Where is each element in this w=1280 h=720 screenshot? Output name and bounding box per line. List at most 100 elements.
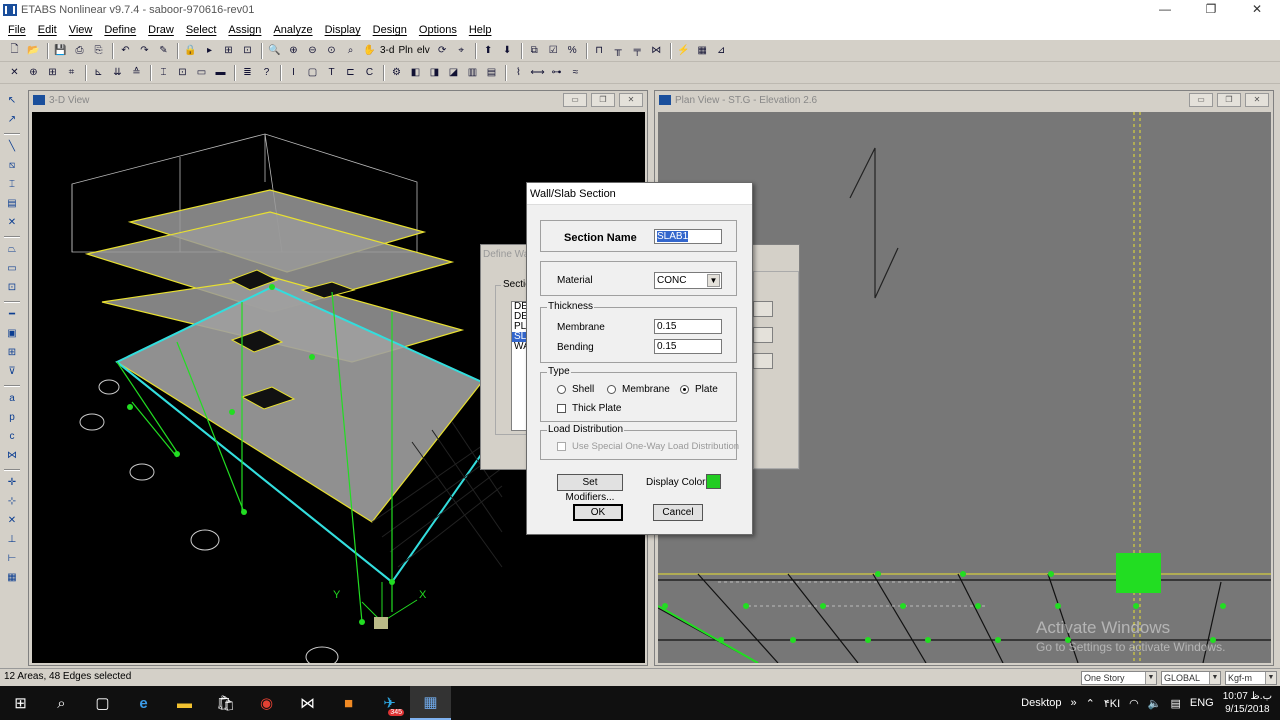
open-folder-icon[interactable]: 📂	[25, 42, 42, 59]
edge-browser-icon[interactable]: e	[123, 686, 164, 720]
tee-section-icon[interactable]: T	[323, 64, 340, 81]
file-explorer-icon[interactable]: ▬	[164, 686, 205, 720]
select-previous-icon[interactable]: p	[4, 409, 20, 425]
minimize-button[interactable]: —	[1142, 0, 1188, 20]
cross-icon[interactable]: ✕	[6, 64, 23, 81]
move-up-icon[interactable]: ⬆	[480, 42, 497, 59]
hinge-icon[interactable]: ⊶	[548, 64, 565, 81]
draw-area-click-icon[interactable]: ⊡	[4, 279, 20, 295]
property-icon[interactable]: ⊡	[174, 64, 191, 81]
cancel-button[interactable]: Cancel	[653, 504, 703, 521]
zoom-out-icon[interactable]: ⊖	[304, 42, 321, 59]
draw-line-region-icon[interactable]: ⧅	[4, 157, 20, 173]
restore-button[interactable]: ❐	[1188, 0, 1234, 20]
dropdown-arrow-icon[interactable]: ▼	[707, 274, 720, 287]
menu-help[interactable]: Help	[469, 24, 492, 36]
clock[interactable]: 10:07 ب.ظ 9/15/2018	[1223, 690, 1272, 716]
view-3d-button[interactable]: 3-d	[380, 45, 394, 56]
menu-select[interactable]: Select	[186, 24, 217, 36]
define-dropdown-button[interactable]	[753, 301, 773, 317]
menu-draw[interactable]: Draw	[148, 24, 174, 36]
close-window-button[interactable]: ✕	[619, 93, 643, 107]
etabs-taskbar-icon[interactable]: ▦	[410, 686, 451, 720]
redo-icon[interactable]: ↷	[136, 42, 153, 59]
object-shrink-icon[interactable]: ⧉	[526, 42, 543, 59]
reshape-icon[interactable]: ↗	[4, 111, 20, 127]
material-icon[interactable]: ▭	[193, 64, 210, 81]
menu-analyze[interactable]: Analyze	[273, 24, 312, 36]
dropdown-arrow-icon[interactable]: ▼	[1145, 672, 1156, 684]
set-modifiers-button[interactable]: Set Modifiers...	[557, 474, 623, 503]
view-elevation-button[interactable]: elv	[417, 45, 430, 56]
undo-icon[interactable]: ↶	[117, 42, 134, 59]
c-section-icon[interactable]: C	[361, 64, 378, 81]
view-plan-button[interactable]: Pln	[398, 45, 412, 56]
table-icon[interactable]: ▦	[694, 42, 711, 59]
section-name-input[interactable]: SLAB1	[654, 229, 722, 244]
draw-opening-icon[interactable]: ▣	[4, 325, 20, 341]
zoom-window-icon[interactable]: 🔍	[266, 42, 283, 59]
language-indicator[interactable]: ENG	[1190, 697, 1214, 709]
snap-lines-icon[interactable]: ⊢	[4, 550, 20, 566]
define-modify-button[interactable]	[753, 353, 773, 369]
snap-icon[interactable]: ⌗	[63, 64, 80, 81]
menu-display[interactable]: Display	[325, 24, 361, 36]
draw-wall-icon[interactable]: ━	[4, 306, 20, 322]
spring-icon[interactable]: ⌇	[510, 64, 527, 81]
frame-icon[interactable]: ⊓	[591, 42, 608, 59]
box-section-icon[interactable]: ▢	[304, 64, 321, 81]
select-all-icon[interactable]: a	[4, 390, 20, 406]
horizontal-split-icon[interactable]: ▤	[483, 64, 500, 81]
draw-column-icon[interactable]: ⌶	[4, 176, 20, 192]
thick-plate-checkbox[interactable]	[557, 404, 566, 413]
telegram-icon[interactable]: ✈ 345	[369, 686, 410, 720]
volume-icon[interactable]: 🔈	[1148, 697, 1162, 710]
lightning-icon[interactable]: ⚡	[675, 42, 692, 59]
menu-design[interactable]: Design	[373, 24, 407, 36]
define-add-button[interactable]	[753, 327, 773, 343]
target-icon[interactable]: ⊕	[25, 64, 42, 81]
wall-icon[interactable]: ▬	[212, 64, 229, 81]
draw-grid-icon[interactable]: ⊞	[4, 344, 20, 360]
draw-dimension-icon[interactable]: ⊽	[4, 363, 20, 379]
section-icon[interactable]: ⌶	[155, 64, 172, 81]
snap-perpendicular-icon[interactable]: ⊥	[4, 531, 20, 547]
pointer-icon[interactable]: ↖	[4, 92, 20, 108]
one-way-load-checkbox[interactable]	[557, 442, 566, 451]
type-plate-radio[interactable]	[680, 385, 689, 394]
snap-points-icon[interactable]: ✛	[4, 474, 20, 490]
store-icon[interactable]: 🛍	[205, 686, 246, 720]
percent-icon[interactable]: %	[564, 42, 581, 59]
membrane-thickness-input[interactable]: 0.15	[654, 319, 722, 334]
lock-icon[interactable]: 🔒	[182, 42, 199, 59]
menu-define[interactable]: Define	[104, 24, 136, 36]
pencil-icon[interactable]: ✎	[155, 42, 172, 59]
print-preview-icon[interactable]: ⎘	[90, 42, 107, 59]
steel-design-icon[interactable]: ◧	[407, 64, 424, 81]
menu-options[interactable]: Options	[419, 24, 457, 36]
menu-file[interactable]: File	[8, 24, 26, 36]
rotate-icon[interactable]: ⟳	[434, 42, 451, 59]
task-view-icon[interactable]: ▢	[82, 686, 123, 720]
wind-icon[interactable]: ≈	[567, 64, 584, 81]
deformed-shape-icon[interactable]: ⊿	[713, 42, 730, 59]
draw-area-icon[interactable]: ⏢	[4, 241, 20, 257]
type-shell-radio[interactable]	[557, 385, 566, 394]
help-query-icon[interactable]: ?	[258, 64, 275, 81]
menu-view[interactable]: View	[69, 24, 93, 36]
dimension-icon[interactable]: ⊞	[220, 42, 237, 59]
vertical-split-icon[interactable]: ▥	[464, 64, 481, 81]
diaphragm-icon[interactable]: ≙	[128, 64, 145, 81]
loads-icon[interactable]: ⇊	[109, 64, 126, 81]
type-membrane-radio[interactable]	[607, 385, 616, 394]
ok-button[interactable]: OK	[573, 504, 623, 521]
menu-edit[interactable]: Edit	[38, 24, 57, 36]
zoom-previous-icon[interactable]: ⌕	[342, 42, 359, 59]
search-icon[interactable]: ⌕	[41, 686, 82, 720]
desktop-toolbar-label[interactable]: Desktop	[1021, 697, 1061, 709]
snap-fine-grid-icon[interactable]: ▦	[4, 569, 20, 585]
run-analysis-icon[interactable]: ▸	[201, 42, 218, 59]
story-icon[interactable]: ≣	[239, 64, 256, 81]
toolbar-chevron[interactable]: »	[1071, 697, 1077, 709]
minimize-window-button[interactable]: ▭	[1189, 93, 1213, 107]
